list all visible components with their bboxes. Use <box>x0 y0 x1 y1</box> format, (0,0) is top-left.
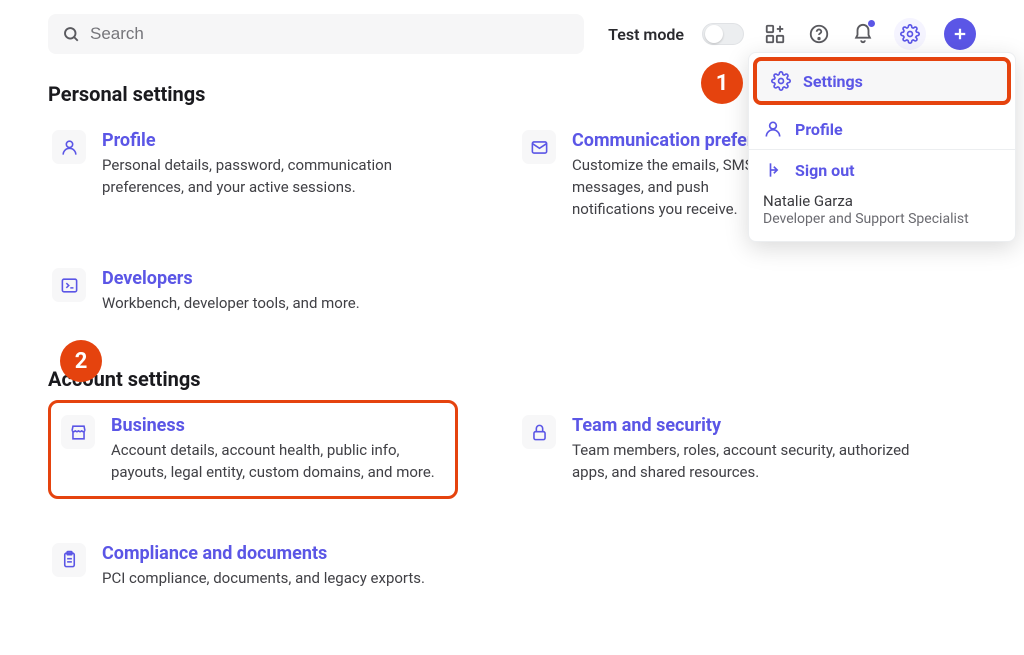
clipboard-icon <box>52 543 86 577</box>
card-title: Compliance and documents <box>102 543 454 564</box>
top-bar: Test mode <box>48 14 976 54</box>
terminal-icon <box>52 268 86 302</box>
test-mode-toggle[interactable] <box>702 23 744 45</box>
dropdown-label: Settings <box>803 72 863 91</box>
dropdown-item-signout[interactable]: Sign out <box>749 150 1015 184</box>
card-communication[interactable]: Communication preferences Customize the … <box>518 126 758 224</box>
account-settings-grid: Business Account details, account health… <box>48 411 976 593</box>
dropdown-label: Profile <box>795 120 843 139</box>
card-desc: Workbench, developer tools, and more. <box>102 293 454 315</box>
card-desc: Account details, account health, public … <box>111 440 445 484</box>
account-section: 2 Account settings Business Account deta… <box>48 367 976 593</box>
user-name: Natalie Garza <box>763 192 1001 210</box>
card-title: Profile <box>102 130 454 151</box>
create-button[interactable] <box>944 18 976 50</box>
card-desc: Team members, roles, account security, a… <box>572 440 924 484</box>
user-icon <box>52 130 86 164</box>
mail-icon <box>522 130 556 164</box>
card-desc: Customize the emails, SMS messages, and … <box>572 155 754 220</box>
card-profile[interactable]: Profile Personal details, password, comm… <box>48 126 458 224</box>
test-mode-label: Test mode <box>608 25 684 44</box>
lock-icon <box>522 415 556 449</box>
search-input[interactable] <box>90 24 570 44</box>
user-icon <box>763 119 783 139</box>
search-box[interactable] <box>48 14 584 54</box>
dropdown-label: Sign out <box>795 161 855 180</box>
notification-dot <box>868 20 875 27</box>
user-role: Developer and Support Specialist <box>763 211 1001 227</box>
step-badge-2: 2 <box>60 340 102 382</box>
card-business[interactable]: Business Account details, account health… <box>48 400 458 499</box>
card-desc: PCI compliance, documents, and legacy ex… <box>102 568 454 590</box>
help-icon[interactable] <box>806 21 832 47</box>
card-title: Communication preferences <box>572 130 754 151</box>
search-icon <box>62 25 80 43</box>
step-badge-1: 1 <box>701 62 743 104</box>
signout-icon <box>763 160 783 180</box>
dropdown-user-info: Natalie Garza Developer and Support Spec… <box>749 184 1015 241</box>
settings-dropdown: Settings Profile Sign out Natalie Garza … <box>748 52 1016 242</box>
gear-icon <box>771 71 791 91</box>
card-developers[interactable]: Developers Workbench, developer tools, a… <box>48 264 458 319</box>
bell-icon[interactable] <box>850 21 876 47</box>
apps-icon[interactable] <box>762 21 788 47</box>
dropdown-item-settings[interactable]: Settings <box>753 57 1011 105</box>
card-team-security[interactable]: Team and security Team members, roles, a… <box>518 411 928 499</box>
top-right-controls: Test mode <box>608 18 976 50</box>
card-compliance[interactable]: Compliance and documents PCI compliance,… <box>48 539 458 594</box>
card-title: Business <box>111 415 445 436</box>
card-title: Developers <box>102 268 454 289</box>
section-title-account: Account settings <box>48 367 976 391</box>
card-title: Team and security <box>572 415 924 436</box>
card-desc: Personal details, password, communicatio… <box>102 155 454 199</box>
store-icon <box>61 415 95 449</box>
dropdown-item-profile[interactable]: Profile <box>749 109 1015 149</box>
settings-gear-button[interactable] <box>894 18 926 50</box>
